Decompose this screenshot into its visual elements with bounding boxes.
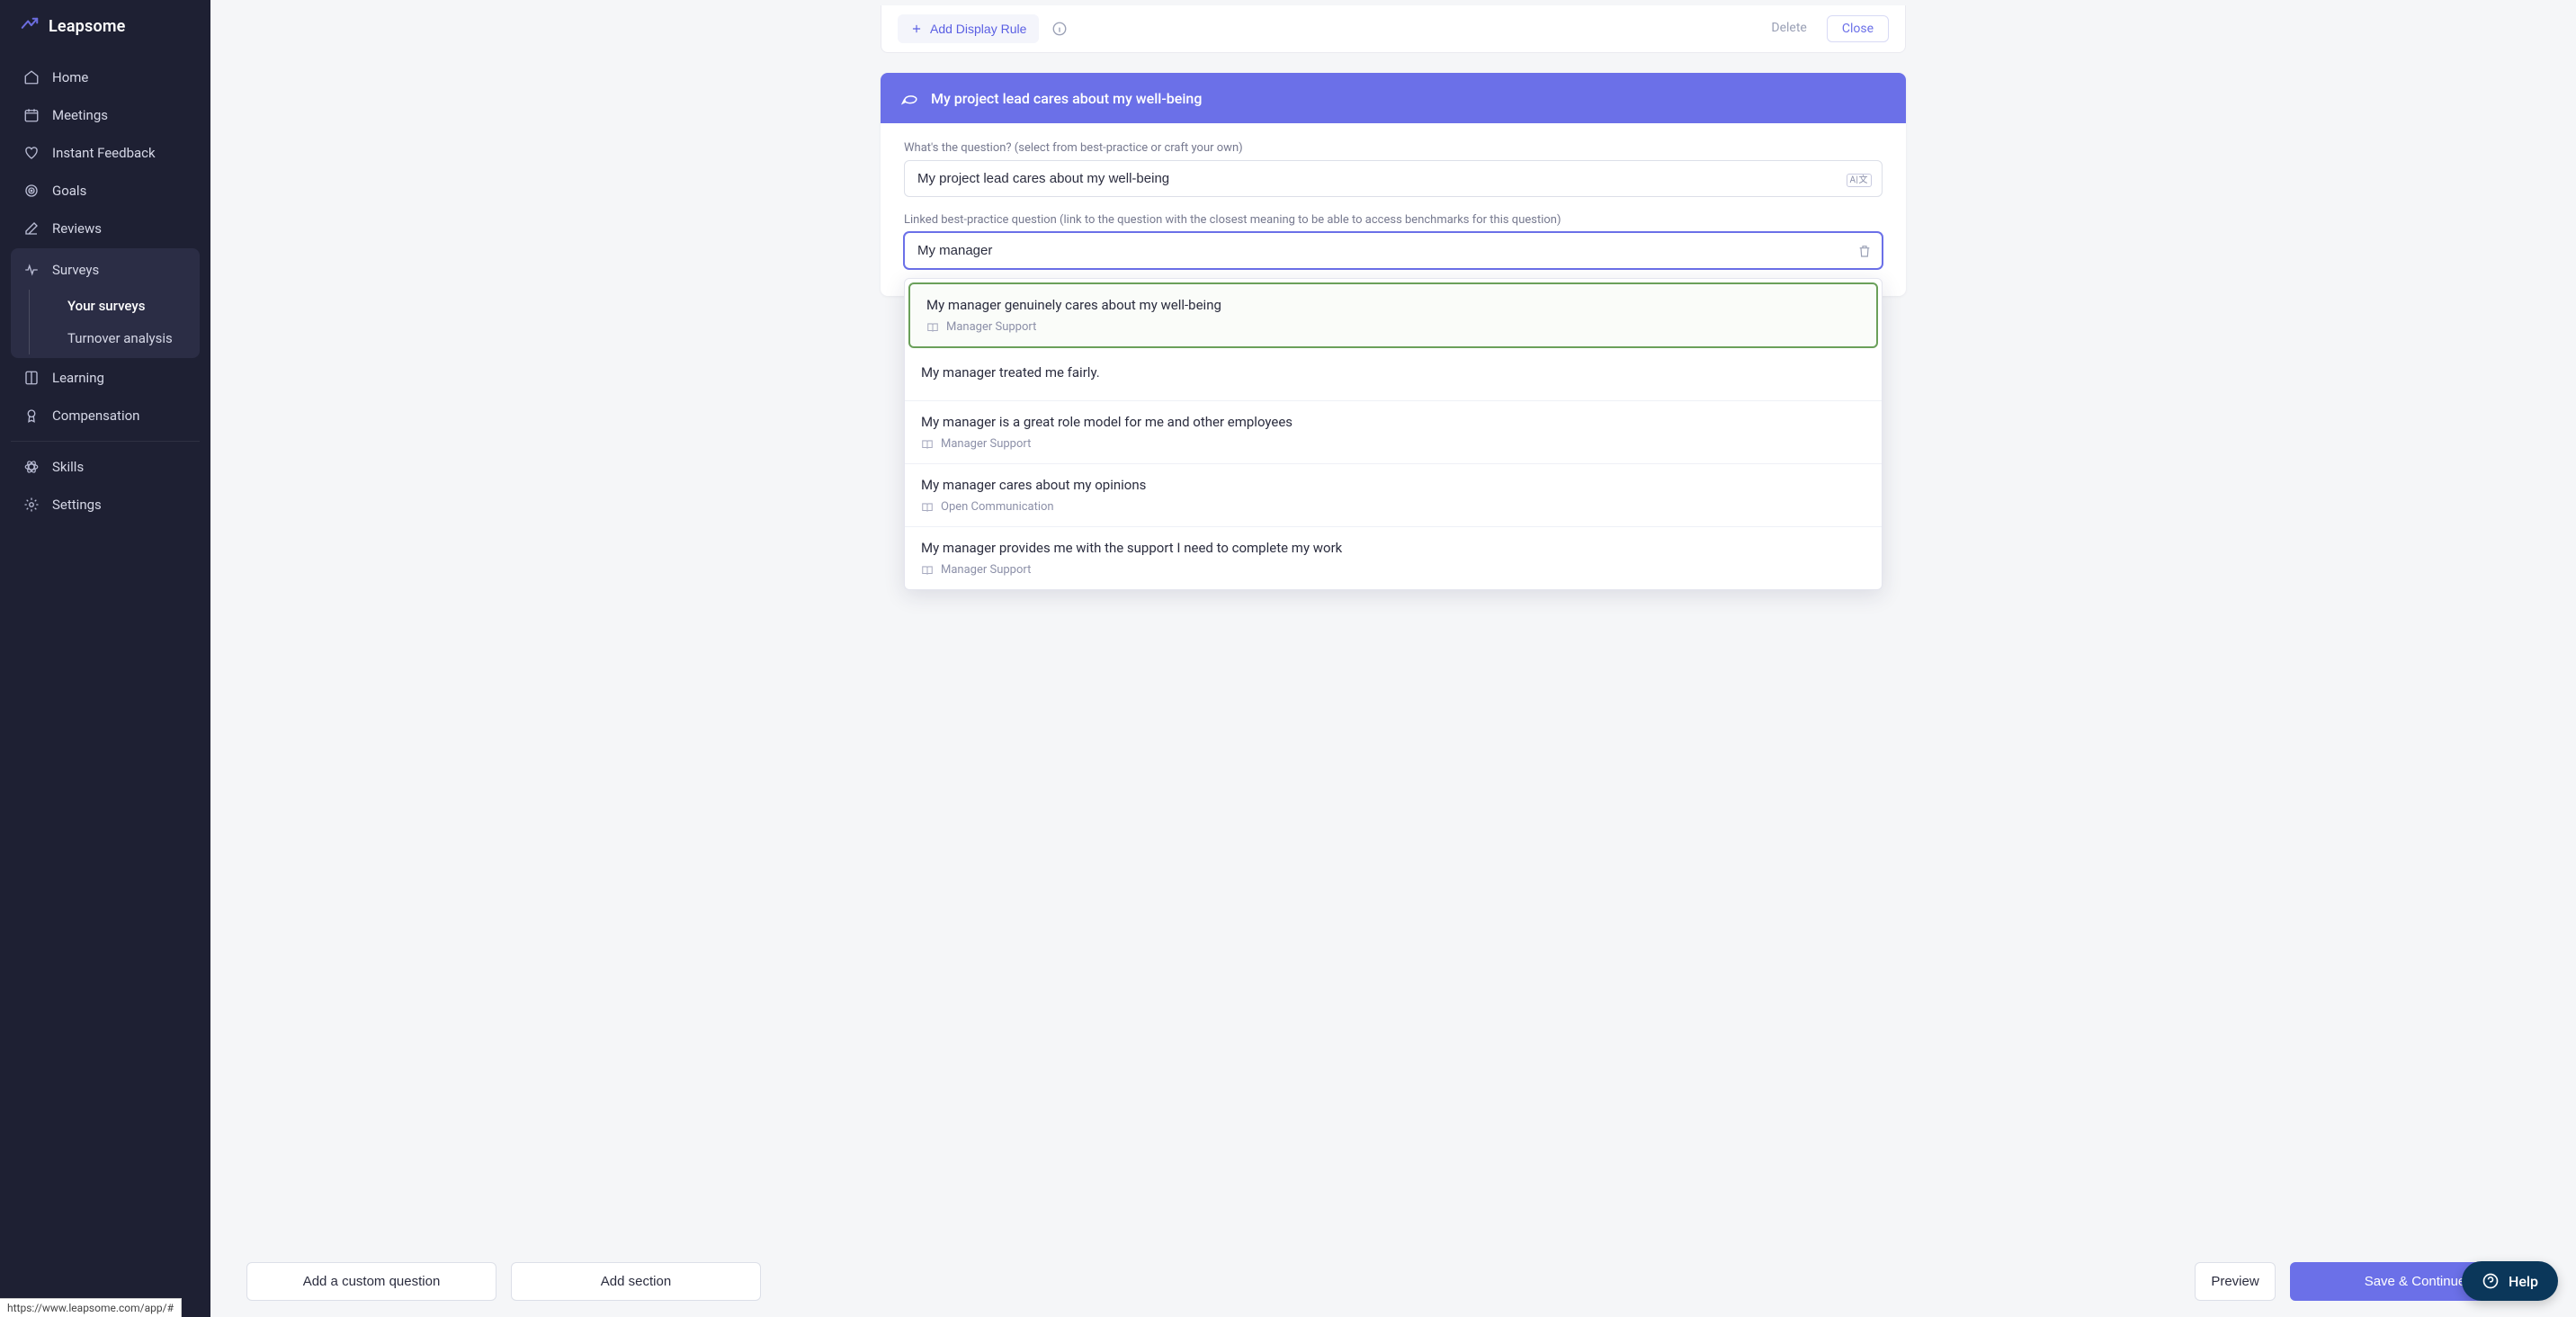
suggestion-title: My manager provides me with the support … xyxy=(921,540,1865,556)
suggestion-item[interactable]: My manager genuinely cares about my well… xyxy=(908,282,1878,348)
nav-instant-feedback[interactable]: Instant Feedback xyxy=(11,135,200,171)
status-bar-url: https://www.leapsome.com/app/# xyxy=(0,1298,182,1317)
nav-learning[interactable]: Learning xyxy=(11,360,200,396)
question-body: What's the question? (select from best-p… xyxy=(881,123,1906,296)
delete-question-link[interactable]: Delete xyxy=(1760,15,1817,42)
atom-icon xyxy=(23,459,40,475)
book-open-icon xyxy=(921,501,934,514)
gear-icon xyxy=(23,497,40,513)
home-icon xyxy=(23,69,40,85)
book-open-icon xyxy=(926,321,939,334)
leapsome-logo-icon xyxy=(20,16,40,36)
nav-turnover-analysis[interactable]: Turnover analysis xyxy=(29,322,200,354)
bottom-action-bar: Add a custom question Add section Previe… xyxy=(210,1245,2576,1317)
help-label: Help xyxy=(2509,1273,2538,1290)
nav-reviews[interactable]: Reviews xyxy=(11,211,200,246)
question-text-label: What's the question? (select from best-p… xyxy=(904,141,1883,155)
nav-surveys-group: Surveys Your surveys Turnover analysis xyxy=(11,248,200,358)
nav-meetings[interactable]: Meetings xyxy=(11,97,200,133)
nav-divider xyxy=(11,441,200,442)
suggestion-item[interactable]: My manager treated me fairly. xyxy=(905,352,1882,401)
suggestion-title: My manager treated me fairly. xyxy=(921,364,1865,381)
suggestion-category: Manager Support xyxy=(921,563,1865,577)
help-icon xyxy=(2482,1272,2500,1290)
suggestion-item[interactable]: My manager provides me with the support … xyxy=(905,527,1882,589)
close-question-link[interactable]: Close xyxy=(1827,15,1889,42)
pulse-icon xyxy=(23,262,40,278)
linked-question-input[interactable] xyxy=(904,232,1883,269)
calendar-icon xyxy=(23,107,40,123)
nav-goals[interactable]: Goals xyxy=(11,173,200,209)
heart-icon xyxy=(23,145,40,161)
book-open-icon xyxy=(921,438,934,451)
book-open-icon xyxy=(921,564,934,577)
preview-button[interactable]: Preview xyxy=(2195,1262,2276,1301)
question-header: My project lead cares about my well-bein… xyxy=(881,73,1906,123)
suggestion-dropdown: My manager genuinely cares about my well… xyxy=(904,278,1883,590)
award-icon xyxy=(23,408,40,424)
plus-icon xyxy=(910,22,923,35)
question-header-text: My project lead cares about my well-bein… xyxy=(931,90,1202,107)
add-display-rule-button[interactable]: Add Display Rule xyxy=(898,14,1039,43)
question-text-input[interactable] xyxy=(904,160,1883,197)
help-button[interactable]: Help xyxy=(2462,1261,2558,1301)
brand-name: Leapsome xyxy=(49,17,126,36)
nav-label: Meetings xyxy=(52,107,108,123)
nav-label: Learning xyxy=(52,370,104,386)
add-rule-label: Add Display Rule xyxy=(930,22,1026,36)
language-badge: A|文 xyxy=(1847,174,1872,187)
nav-sub-label: Turnover analysis xyxy=(67,330,173,346)
suggestion-title: My manager cares about my opinions xyxy=(921,477,1865,493)
nav-label: Goals xyxy=(52,183,86,199)
edit-icon xyxy=(23,220,40,237)
nav-settings[interactable]: Settings xyxy=(11,487,200,523)
suggestion-title: My manager is a great role model for me … xyxy=(921,414,1865,430)
suggestion-title: My manager genuinely cares about my well… xyxy=(926,297,1860,313)
book-icon xyxy=(23,370,40,386)
nav-your-surveys[interactable]: Your surveys xyxy=(29,290,200,322)
nav-label: Reviews xyxy=(52,220,102,237)
nav-label: Skills xyxy=(52,459,84,475)
nav-label: Instant Feedback xyxy=(52,145,156,161)
nav-compensation[interactable]: Compensation xyxy=(11,398,200,434)
add-custom-question-button[interactable]: Add a custom question xyxy=(246,1262,496,1301)
nav-sub-label: Your surveys xyxy=(67,298,145,314)
suggestion-category: Manager Support xyxy=(926,320,1860,334)
target-icon xyxy=(23,183,40,199)
nav-label: Settings xyxy=(52,497,102,513)
info-icon[interactable] xyxy=(1051,21,1068,37)
nav-surveys[interactable]: Surveys xyxy=(11,252,200,288)
display-rule-bar: Add Display Rule Delete Close xyxy=(881,5,1906,53)
comment-icon xyxy=(900,89,918,107)
nav-label: Compensation xyxy=(52,408,139,424)
nav-skills[interactable]: Skills xyxy=(11,449,200,485)
primary-nav: Home Meetings Instant Feedback Goals Rev… xyxy=(0,54,210,530)
clear-linked-icon[interactable] xyxy=(1857,244,1872,258)
suggestion-category: Open Communication xyxy=(921,500,1865,514)
sidebar: Leapsome Home Meetings Instant Feedback … xyxy=(0,0,210,1317)
nav-label: Home xyxy=(52,69,88,85)
language-toggle[interactable]: A|文 xyxy=(1847,172,1872,186)
add-section-button[interactable]: Add section xyxy=(511,1262,761,1301)
question-card: My project lead cares about my well-bein… xyxy=(881,73,1906,296)
nav-home[interactable]: Home xyxy=(11,59,200,95)
suggestion-item[interactable]: My manager is a great role model for me … xyxy=(905,401,1882,464)
suggestion-category: Manager Support xyxy=(921,437,1865,451)
nav-label: Surveys xyxy=(52,262,99,278)
linked-question-label: Linked best-practice question (link to t… xyxy=(904,213,1883,227)
brand-logo[interactable]: Leapsome xyxy=(0,16,210,54)
main-content: Add Display Rule Delete Close My project… xyxy=(210,0,2576,1317)
suggestion-item[interactable]: My manager cares about my opinions Open C… xyxy=(905,464,1882,527)
